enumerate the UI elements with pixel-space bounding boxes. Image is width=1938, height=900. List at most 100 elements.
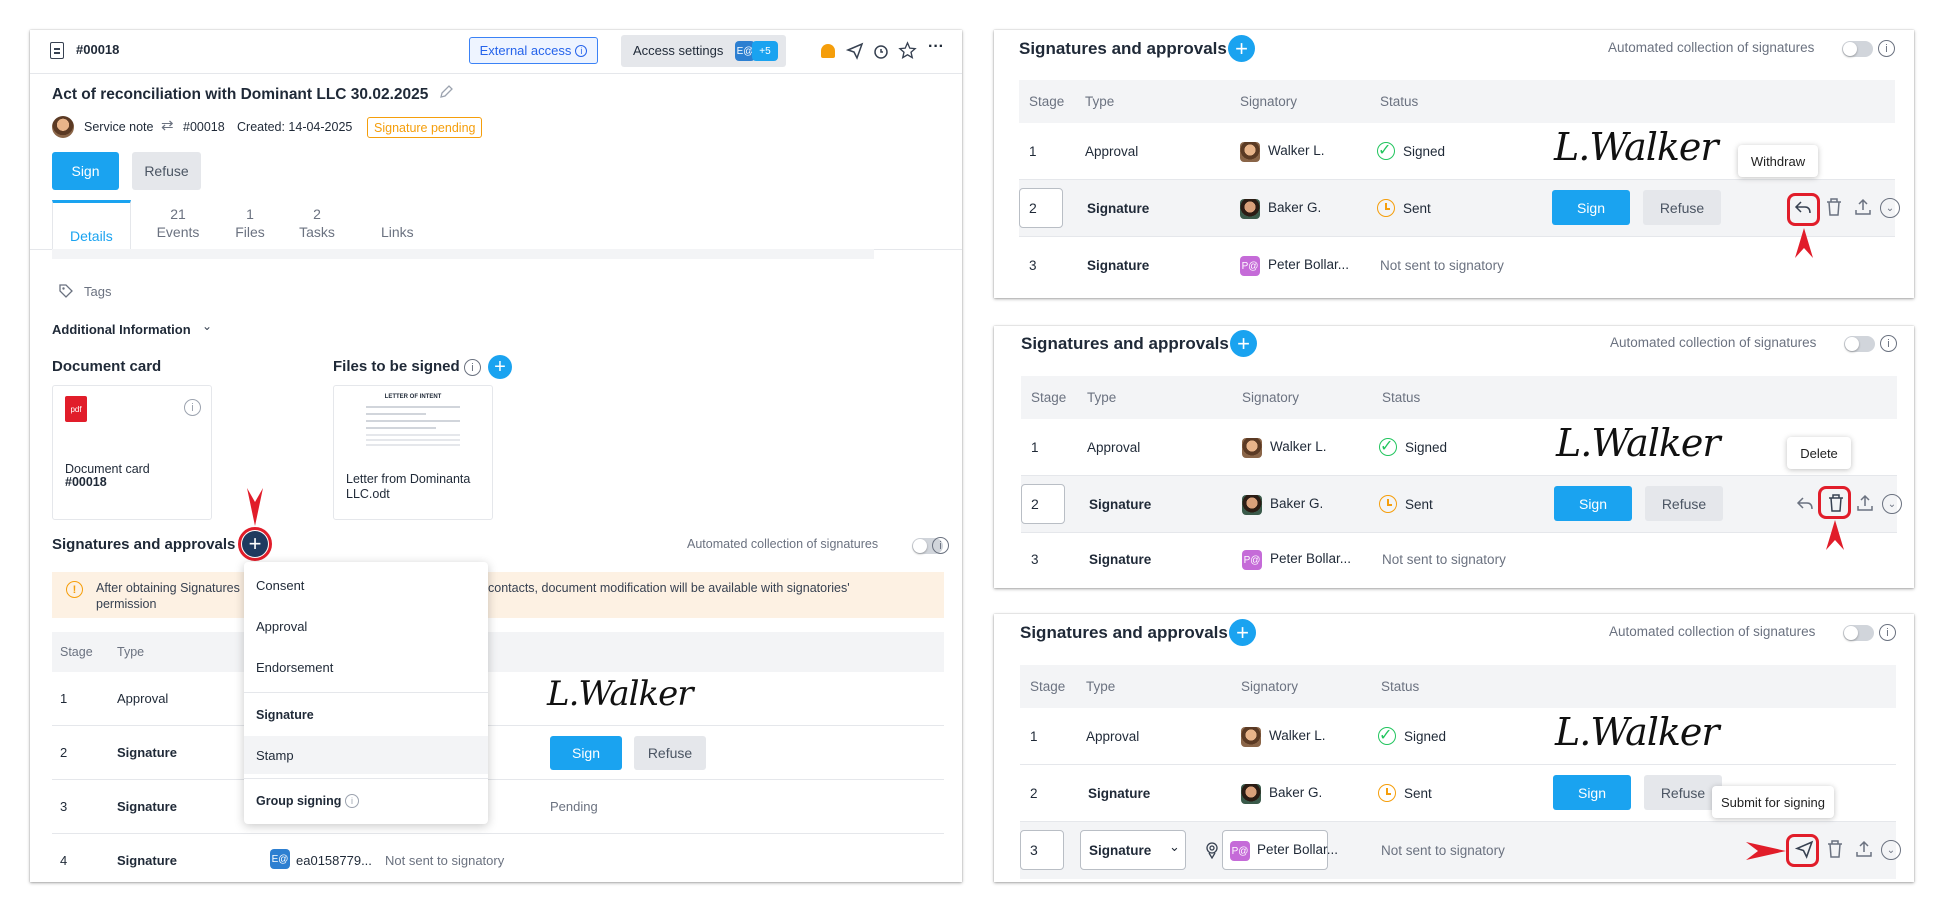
menu-item-signature[interactable]: Signature bbox=[256, 708, 314, 722]
content-strip bbox=[52, 249, 874, 259]
table-row: 1 Approval Walker L. ✓ Signed L.Walker bbox=[1020, 708, 1896, 765]
tab-files[interactable]: 1 Files bbox=[225, 206, 275, 240]
auto-collect-toggle[interactable] bbox=[1843, 625, 1874, 641]
add-signature-button[interactable]: + bbox=[1229, 619, 1256, 646]
add-file-button[interactable]: + bbox=[488, 355, 512, 379]
doc-card-number: #00018 bbox=[65, 475, 107, 489]
row-type: Signature bbox=[117, 799, 177, 814]
send-icon[interactable] bbox=[846, 42, 864, 60]
menu-item-endorsement[interactable]: Endorsement bbox=[256, 660, 333, 675]
refuse-button[interactable]: Refuse bbox=[1644, 775, 1722, 810]
signatory-avatar: P@ bbox=[1240, 256, 1260, 276]
info-icon[interactable]: i bbox=[184, 399, 201, 416]
refuse-button[interactable]: Refuse bbox=[634, 736, 706, 770]
col-type: Type bbox=[1085, 94, 1115, 109]
doc-card-tile[interactable]: pdf i Document card #00018 bbox=[52, 385, 212, 520]
sign-button[interactable]: Sign bbox=[1554, 486, 1632, 521]
info-icon[interactable]: i bbox=[1879, 624, 1896, 641]
sign-button[interactable]: Sign bbox=[1553, 775, 1631, 810]
signatory-select[interactable]: P@ Peter Bollar... bbox=[1222, 830, 1338, 870]
annotation-highlight bbox=[1818, 486, 1851, 519]
more-icon[interactable]: ··· bbox=[928, 38, 944, 56]
menu-divider bbox=[244, 692, 488, 693]
sign-button[interactable]: Sign bbox=[52, 152, 119, 190]
external-access-button[interactable]: External access i bbox=[469, 37, 598, 64]
row-status: Signed bbox=[1403, 144, 1446, 159]
withdraw-icon[interactable] bbox=[1795, 494, 1815, 514]
row-type: Approval bbox=[1087, 440, 1141, 455]
tab-events-label: Events bbox=[156, 224, 200, 240]
refuse-button[interactable]: Refuse bbox=[1645, 486, 1723, 521]
stage-input[interactable]: 3 bbox=[1020, 830, 1064, 870]
edit-icon[interactable] bbox=[438, 84, 454, 100]
row-stage: 2 bbox=[1030, 786, 1038, 801]
expand-icon[interactable]: ⌄ bbox=[1882, 494, 1902, 514]
tab-details[interactable]: Details bbox=[52, 200, 131, 250]
info-icon[interactable]: i bbox=[1878, 40, 1895, 57]
clock-icon bbox=[1379, 495, 1397, 513]
tab-events[interactable]: 21 Events bbox=[148, 206, 208, 240]
add-signature-button[interactable]: + bbox=[1228, 35, 1255, 62]
clock-icon bbox=[1378, 784, 1396, 802]
refuse-button[interactable]: Refuse bbox=[1643, 190, 1721, 225]
col-status: Status bbox=[1381, 679, 1420, 694]
repeat-icon: ⇄ bbox=[161, 117, 174, 134]
chevron-down-icon: ⌄ bbox=[1169, 839, 1180, 854]
warning-banner: ! After obtaining Signatures contacts, d… bbox=[52, 572, 944, 618]
upload-icon[interactable] bbox=[1854, 197, 1872, 217]
row-type: Signature bbox=[1089, 497, 1152, 512]
row-status: Not sent to signatory bbox=[1381, 843, 1505, 858]
info-icon[interactable]: i bbox=[345, 794, 359, 808]
col-stage: Stage bbox=[1029, 94, 1065, 109]
tab-links[interactable]: Links bbox=[381, 224, 414, 240]
type-select[interactable]: Signature ⌄ bbox=[1080, 830, 1186, 870]
row-type: Signature bbox=[1087, 258, 1150, 273]
menu-item-stamp-bg[interactable]: Stamp bbox=[244, 736, 488, 774]
info-icon[interactable]: i bbox=[464, 359, 481, 376]
auto-collect-toggle[interactable] bbox=[1844, 336, 1875, 352]
row-type: Approval bbox=[1086, 729, 1140, 744]
info-icon[interactable]: i bbox=[932, 537, 949, 554]
clock-icon bbox=[1377, 199, 1395, 217]
stage-input[interactable]: 2 bbox=[1021, 484, 1065, 524]
expand-icon[interactable]: ⌄ bbox=[1881, 840, 1901, 860]
sign-button[interactable]: Sign bbox=[1552, 190, 1630, 225]
author-avatar bbox=[52, 116, 74, 138]
table-row: 1 Approval L.Walker bbox=[52, 672, 944, 726]
refuse-button[interactable]: Refuse bbox=[132, 152, 201, 190]
chevron-down-icon[interactable]: ⌄ bbox=[202, 319, 212, 333]
trash-icon[interactable] bbox=[1826, 839, 1844, 859]
menu-item-group-signing[interactable]: Group signing bbox=[256, 794, 341, 808]
add-signature-button[interactable]: + bbox=[1230, 330, 1257, 357]
upload-icon[interactable] bbox=[1856, 493, 1874, 513]
tags-label[interactable]: Tags bbox=[84, 284, 111, 299]
stage-input[interactable]: 2 bbox=[1019, 188, 1063, 228]
tab-tasks[interactable]: 2 Tasks bbox=[292, 206, 342, 240]
warning-icon: ! bbox=[66, 581, 83, 598]
menu-item-consent[interactable]: Consent bbox=[256, 578, 304, 593]
panel-heading: Signatures and approvals bbox=[1019, 39, 1227, 58]
upload-icon[interactable] bbox=[1855, 839, 1873, 859]
created-date: Created: 14-04-2025 bbox=[237, 120, 353, 134]
alarm-icon[interactable] bbox=[872, 42, 890, 60]
tooltip: Submit for signing bbox=[1712, 786, 1834, 818]
menu-item-approval[interactable]: Approval bbox=[256, 619, 307, 634]
row-signatory: Walker L. bbox=[1270, 439, 1327, 454]
info-icon[interactable]: i bbox=[1880, 335, 1897, 352]
sign-button[interactable]: Sign bbox=[550, 736, 622, 770]
auto-collect-toggle[interactable] bbox=[1842, 41, 1873, 57]
expand-icon[interactable]: ⌄ bbox=[1880, 198, 1900, 218]
row-type: Signature bbox=[1087, 201, 1150, 216]
col-status: Status bbox=[1382, 390, 1421, 405]
annotation-highlight bbox=[1787, 193, 1820, 226]
bell-icon[interactable] bbox=[821, 44, 835, 58]
additional-info-toggle[interactable]: Additional Information bbox=[52, 322, 191, 337]
tag-icon bbox=[59, 284, 73, 298]
file-tile[interactable]: LETTER OF INTENT Letter from Dominanta L… bbox=[333, 385, 493, 520]
warning-text-left: After obtaining Signatures bbox=[96, 581, 240, 595]
trash-icon[interactable] bbox=[1825, 197, 1843, 217]
access-settings-button[interactable]: Access settings E@ +5 bbox=[621, 35, 786, 67]
pin-icon[interactable] bbox=[1204, 841, 1220, 859]
external-access-label: External access bbox=[479, 43, 572, 58]
star-icon[interactable] bbox=[898, 41, 917, 60]
